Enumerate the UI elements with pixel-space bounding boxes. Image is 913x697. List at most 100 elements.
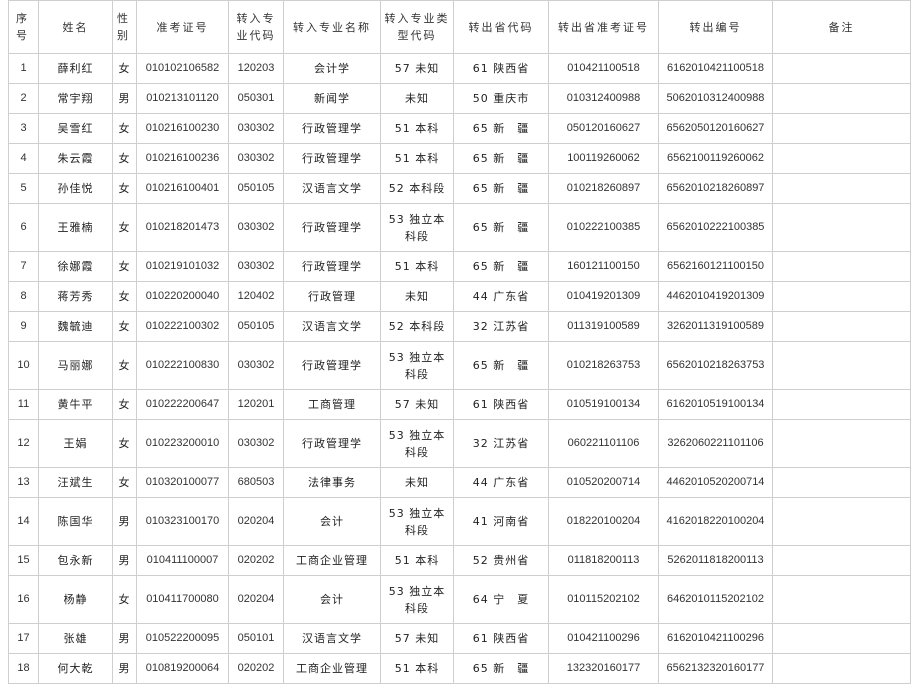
cell-name: 汪斌生 <box>38 467 113 498</box>
table-row: 3 吴雪红女 010216100230 030302 行政管理学 51 本科 65 新 疆0… <box>8 113 911 144</box>
cell-no: 3 <box>8 113 39 144</box>
cell-out-no: 6162010421100296 <box>658 623 773 654</box>
cell-gender: 女 <box>112 173 137 204</box>
cell-major-code: 050101 <box>228 623 284 654</box>
cell-name: 包永新 <box>38 545 113 576</box>
cell-exam-id: 010216100401 <box>136 173 229 204</box>
cell-name: 常宇翔 <box>38 83 113 114</box>
transfer-table-container: 序号 姓名 性别 准考证号 转入专业代码 转入专业名称 转入专业类型代码 转出省… <box>8 0 911 684</box>
cell-out-no: 6562050120160627 <box>658 113 773 144</box>
cell-exam-id: 010220200040 <box>136 281 229 312</box>
cell-name: 徐娜霞 <box>38 251 113 282</box>
cell-exam-id: 010411100007 <box>136 545 229 576</box>
cell-prov: 65 新 疆 <box>453 113 549 144</box>
cell-no: 11 <box>8 389 39 420</box>
cell-prov-exam-id: 010419201309 <box>548 281 659 312</box>
table-row: 6 王雅楠女 010218201473 030302 行政管理学 53 独立本科段 65 新… <box>8 203 911 252</box>
cell-out-no: 6162010519100134 <box>658 389 773 420</box>
cell-prov-exam-id: 010421100296 <box>548 623 659 654</box>
cell-major-code: 030302 <box>228 203 284 252</box>
cell-prov-exam-id: 010421100518 <box>548 53 659 84</box>
cell-no: 18 <box>8 653 39 684</box>
cell-note <box>772 389 911 420</box>
cell-no: 9 <box>8 311 39 342</box>
table-row: 10 马丽娜女 010222100830 030302 行政管理学 53 独立本科段 65 … <box>8 341 911 390</box>
cell-gender: 女 <box>112 311 137 342</box>
cell-out-no: 6162010421100518 <box>658 53 773 84</box>
header-exam-id: 准考证号 <box>136 0 229 54</box>
cell-major-name: 法律事务 <box>283 467 381 498</box>
cell-prov-exam-id: 011818200113 <box>548 545 659 576</box>
cell-type-code: 57 未知 <box>380 53 454 84</box>
cell-gender: 女 <box>112 143 137 174</box>
cell-gender: 女 <box>112 281 137 312</box>
cell-note <box>772 203 911 252</box>
cell-major-name: 会计学 <box>283 53 381 84</box>
cell-prov: 44 广东省 <box>453 281 549 312</box>
header-name: 姓名 <box>38 0 113 54</box>
cell-prov-exam-id: 100119260062 <box>548 143 659 174</box>
cell-major-code: 030302 <box>228 113 284 144</box>
cell-major-code: 020202 <box>228 653 284 684</box>
cell-out-no: 6562010222100385 <box>658 203 773 252</box>
cell-exam-id: 010216100230 <box>136 113 229 144</box>
cell-prov-exam-id: 010115202102 <box>548 575 659 624</box>
cell-major-code: 020202 <box>228 545 284 576</box>
table-row: 8 蒋芳秀女 010220200040 120402 行政管理 未知 44 广东省 01041… <box>8 281 911 312</box>
cell-major-name: 会计 <box>283 497 381 546</box>
cell-major-name: 行政管理学 <box>283 113 381 144</box>
cell-note <box>772 83 911 114</box>
cell-out-no: 6562132320160177 <box>658 653 773 684</box>
cell-name: 何大乾 <box>38 653 113 684</box>
cell-note <box>772 53 911 84</box>
cell-name: 薛利红 <box>38 53 113 84</box>
cell-out-no: 6562100119260062 <box>658 143 773 174</box>
cell-note <box>772 419 911 468</box>
transfer-table: 序号 姓名 性别 准考证号 转入专业代码 转入专业名称 转入专业类型代码 转出省… <box>8 0 911 684</box>
table-row: 2 常宇翔男 010213101120 050301 新闻学 未知 50 重庆市 010312… <box>8 83 911 114</box>
cell-prov: 65 新 疆 <box>453 173 549 204</box>
cell-gender: 女 <box>112 419 137 468</box>
header-prov-exam-id: 转出省准考证号 <box>548 0 659 54</box>
cell-major-name: 工商企业管理 <box>283 545 381 576</box>
cell-no: 2 <box>8 83 39 114</box>
cell-prov: 61 陕西省 <box>453 53 549 84</box>
cell-type-code: 52 本科段 <box>380 173 454 204</box>
cell-prov: 65 新 疆 <box>453 653 549 684</box>
cell-type-code: 53 独立本科段 <box>380 497 454 546</box>
cell-type-code: 53 独立本科段 <box>380 203 454 252</box>
cell-prov-exam-id: 011319100589 <box>548 311 659 342</box>
cell-major-code: 020204 <box>228 575 284 624</box>
cell-no: 6 <box>8 203 39 252</box>
cell-exam-id: 010223200010 <box>136 419 229 468</box>
header-major-name: 转入专业名称 <box>283 0 381 54</box>
cell-prov: 32 江苏省 <box>453 419 549 468</box>
cell-exam-id: 010222200647 <box>136 389 229 420</box>
cell-no: 1 <box>8 53 39 84</box>
cell-type-code: 51 本科 <box>380 251 454 282</box>
cell-no: 8 <box>8 281 39 312</box>
cell-prov-exam-id: 010312400988 <box>548 83 659 114</box>
cell-no: 12 <box>8 419 39 468</box>
cell-type-code: 51 本科 <box>380 143 454 174</box>
cell-prov: 61 陕西省 <box>453 389 549 420</box>
cell-name: 蒋芳秀 <box>38 281 113 312</box>
cell-major-name: 汉语言文学 <box>283 623 381 654</box>
cell-note <box>772 467 911 498</box>
cell-type-code: 53 独立本科段 <box>380 575 454 624</box>
cell-out-no: 3262060221101106 <box>658 419 773 468</box>
cell-out-no: 3262011319100589 <box>658 311 773 342</box>
cell-name: 吴雪红 <box>38 113 113 144</box>
cell-no: 7 <box>8 251 39 282</box>
cell-note <box>772 653 911 684</box>
cell-prov-exam-id: 010218260897 <box>548 173 659 204</box>
cell-note <box>772 281 911 312</box>
cell-gender: 女 <box>112 53 137 84</box>
cell-major-code: 120402 <box>228 281 284 312</box>
cell-prov: 65 新 疆 <box>453 143 549 174</box>
cell-major-name: 工商企业管理 <box>283 653 381 684</box>
header-type-code: 转入专业类型代码 <box>380 0 454 54</box>
cell-major-name: 行政管理学 <box>283 419 381 468</box>
cell-prov-exam-id: 010222100385 <box>548 203 659 252</box>
cell-major-code: 020204 <box>228 497 284 546</box>
